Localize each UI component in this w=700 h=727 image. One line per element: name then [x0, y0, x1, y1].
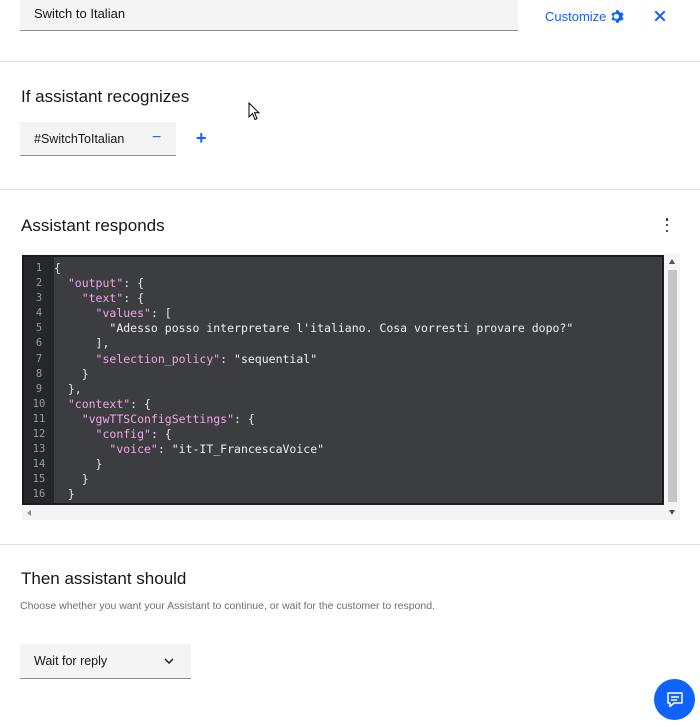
code-text: "selection_policy": "sequential" — [95, 351, 318, 366]
code-line: 7 "selection_policy": "sequential" — [24, 352, 662, 367]
code-text: "voice": "it-IT_FrancescaVoice" — [109, 442, 325, 457]
line-number: 6 — [35, 337, 43, 350]
line-number: 15 — [32, 473, 46, 486]
code-line: 16 } — [24, 487, 662, 502]
scroll-down-icon[interactable] — [669, 510, 675, 515]
dropdown-selected-value: Wait for reply — [34, 654, 108, 668]
line-number: 8 — [35, 367, 43, 380]
code-text: "Adesso posso interpretare l'italiano. C… — [109, 321, 574, 336]
code-text: } — [67, 487, 75, 502]
code-line: 11 "vgwTTSConfigSettings": { — [24, 412, 662, 427]
line-number: 12 — [32, 428, 46, 441]
next-step-dropdown[interactable]: Wait for reply — [20, 644, 191, 679]
code-text: { — [54, 261, 61, 275]
line-number: 5 — [35, 322, 43, 335]
then-title: Then assistant should — [21, 569, 187, 588]
scroll-up-icon[interactable] — [669, 259, 675, 264]
remove-condition-button[interactable]: − — [152, 130, 161, 146]
customize-label: Customize — [545, 9, 607, 24]
add-condition-button[interactable]: + — [196, 129, 207, 147]
then-helper-text: Choose whether you want your Assistant t… — [20, 600, 435, 612]
code-line: 5 "Adesso posso interpretare l'italiano.… — [24, 321, 662, 336]
code-text: "text": { — [81, 291, 145, 306]
chat-icon — [666, 691, 683, 707]
chevron-down-icon — [164, 658, 174, 664]
code-text: "vgwTTSConfigSettings": { — [81, 411, 255, 426]
code-line: 3 "text": { — [24, 291, 662, 306]
close-icon[interactable] — [653, 9, 667, 23]
section-divider — [0, 544, 700, 545]
scroll-left-icon[interactable] — [27, 510, 31, 516]
scroll-thumb[interactable] — [668, 270, 677, 502]
code-text: "output": { — [67, 276, 145, 291]
line-number: 10 — [32, 397, 46, 410]
responds-title: Assistant responds — [21, 216, 165, 235]
chat-launcher-button[interactable] — [654, 679, 695, 720]
intent-label: #SwitchToItalian — [34, 131, 125, 146]
code-line: 2 "output": { — [24, 276, 662, 291]
code-text: ], — [95, 336, 110, 351]
code-text: } — [95, 457, 103, 472]
code-line: 4 "values": [ — [24, 306, 662, 321]
code-text: } — [54, 503, 61, 504]
code-line: 6 ], — [24, 336, 662, 351]
code-line: 15 } — [24, 472, 662, 487]
code-text: "values": [ — [95, 306, 172, 321]
overflow-menu-icon[interactable] — [664, 218, 670, 232]
line-number: 17 — [24, 503, 54, 504]
code-line: 1{ — [24, 261, 662, 276]
code-text: "context": { — [67, 396, 151, 411]
gear-icon — [611, 10, 625, 23]
section-divider — [0, 189, 700, 190]
line-number: 3 — [35, 292, 43, 305]
line-number: 2 — [35, 277, 43, 290]
dialog-node-editor: Switch to Italian Customize If assistant… — [0, 0, 700, 727]
mouse-cursor-icon — [248, 102, 260, 121]
section-divider — [0, 61, 700, 62]
code-line: 13 "voice": "it-IT_FrancescaVoice" — [24, 442, 662, 457]
code-line: 17} — [24, 503, 662, 504]
line-number: 9 — [35, 382, 43, 395]
line-number: 14 — [32, 458, 46, 471]
code-line: 12 "config": { — [24, 427, 662, 442]
line-number: 16 — [32, 488, 46, 501]
json-code-editor[interactable]: 1{2 "output": {3 "text": {4 "values": [5… — [22, 255, 664, 505]
code-text: } — [81, 366, 89, 381]
line-number: 11 — [32, 412, 46, 425]
customize-button[interactable]: Customize — [545, 9, 625, 24]
recognizes-title: If assistant recognizes — [21, 87, 190, 106]
code-text: "config": { — [95, 427, 172, 442]
editor-vertical-scrollbar[interactable] — [665, 256, 680, 520]
code-line: 9 }, — [24, 382, 662, 397]
line-number: 13 — [32, 443, 46, 456]
line-number: 7 — [35, 352, 43, 365]
code-text: } — [81, 472, 89, 487]
code-line: 14 } — [24, 457, 662, 472]
code-line: 10 "context": { — [24, 397, 662, 412]
code-text: }, — [67, 381, 82, 396]
line-number: 4 — [35, 307, 43, 320]
code-lines: 1{2 "output": {3 "text": {4 "values": [5… — [24, 261, 662, 504]
line-number: 1 — [35, 262, 43, 274]
node-name-input[interactable]: Switch to Italian — [20, 0, 518, 31]
code-line: 8 } — [24, 367, 662, 382]
